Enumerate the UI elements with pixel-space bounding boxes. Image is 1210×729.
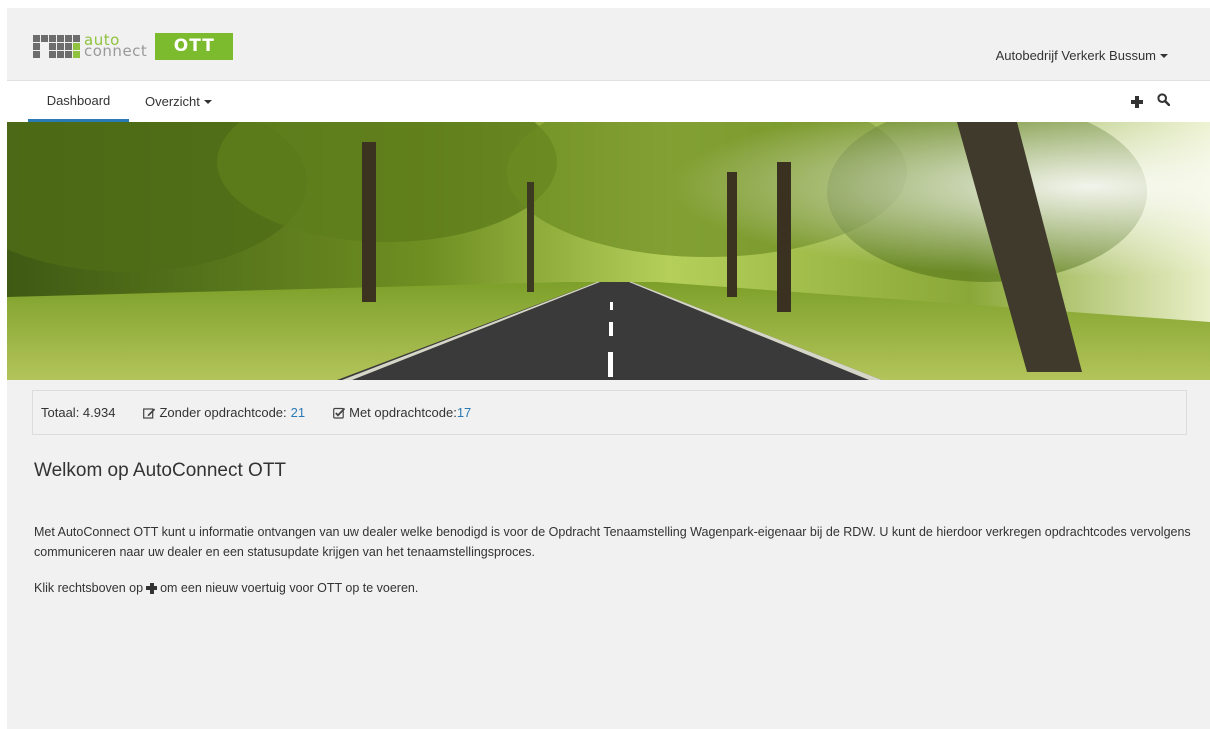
- plus-icon: [146, 582, 158, 594]
- instruction-line: Klik rechtsboven op om een nieuw voertui…: [34, 581, 418, 595]
- stat-without-code[interactable]: Zonder opdrachtcode: 21: [143, 405, 305, 420]
- logo-text: auto connect: [84, 33, 148, 60]
- stat-total-label: Totaal: 4.934: [41, 405, 116, 420]
- autoconnect-logo[interactable]: auto connect OTT: [33, 32, 234, 60]
- instruction-text-before: Klik rechtsboven op: [34, 581, 144, 595]
- caret-down-icon: [203, 99, 212, 104]
- instruction-text-after: om een nieuw voertuig voor OTT op te voe…: [160, 581, 419, 595]
- page: auto connect OTT Autobedrijf Verkerk Bus…: [7, 8, 1210, 729]
- logo-line-connect: connect: [84, 42, 148, 60]
- navbar: Dashboard Overzicht: [7, 81, 1210, 122]
- edit-icon: [143, 407, 156, 419]
- user-menu-label: Autobedrijf Verkerk Bussum: [995, 48, 1156, 63]
- logo-ott-badge: OTT: [155, 32, 234, 60]
- logo-grid-icon: [33, 34, 80, 58]
- stat-with-code-count[interactable]: 17: [457, 405, 471, 420]
- stat-without-code-count[interactable]: 21: [291, 405, 305, 420]
- intro-paragraph: Met AutoConnect OTT kunt u informatie on…: [34, 525, 1191, 559]
- nav-dropdown-overzicht-label: Overzicht: [145, 94, 200, 109]
- stat-with-code[interactable]: Met opdrachtcode: 17: [333, 405, 471, 420]
- caret-down-icon: [1160, 53, 1168, 58]
- stat-with-code-label: Met opdrachtcode:: [349, 405, 457, 420]
- search-icon[interactable]: [1157, 93, 1171, 111]
- page-title: Welkom op AutoConnect OTT: [34, 460, 287, 481]
- stats-bar: Totaal: 4.934 Zonder opdrachtcode: 21 Me…: [32, 390, 1187, 435]
- nav-dropdown-overzicht[interactable]: Overzicht: [145, 81, 212, 122]
- stat-total: Totaal: 4.934: [41, 405, 115, 420]
- hero-banner-image: [7, 122, 1210, 380]
- nav-actions: [1131, 93, 1171, 111]
- nav-tab-dashboard[interactable]: Dashboard: [28, 81, 129, 122]
- nav-tab-dashboard-label: Dashboard: [46, 92, 111, 108]
- stat-without-code-label: Zonder opdrachtcode:: [159, 405, 287, 420]
- user-menu-dropdown[interactable]: Autobedrijf Verkerk Bussum: [996, 48, 1168, 63]
- plus-icon[interactable]: [1131, 96, 1143, 108]
- check-square-icon: [333, 407, 346, 419]
- brand-bar: auto connect OTT Autobedrijf Verkerk Bus…: [7, 8, 1210, 81]
